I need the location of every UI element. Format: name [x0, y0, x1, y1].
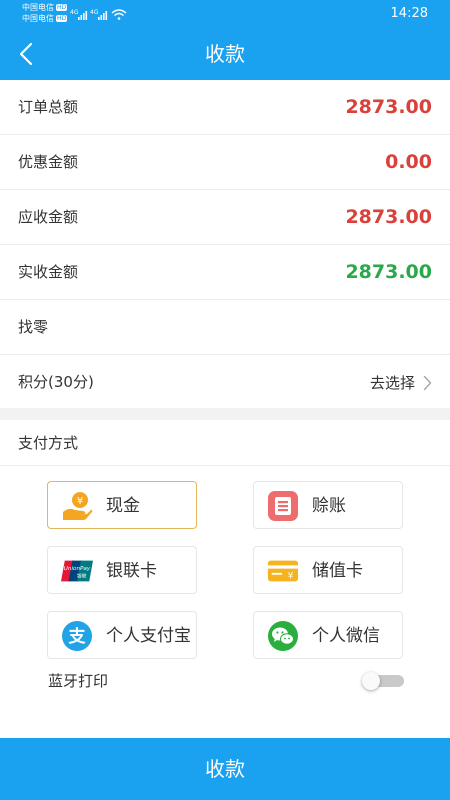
section-divider	[0, 408, 450, 420]
payment-method-title: 支付方式	[18, 434, 79, 452]
order-total-label: 订单总额	[18, 98, 79, 116]
pay-stored-value-button[interactable]: ¥ 储值卡	[253, 546, 403, 594]
pay-credit-button[interactable]: 赊账	[253, 481, 403, 529]
wechat-icon	[267, 620, 299, 652]
status-time: 14:28	[390, 6, 428, 21]
received-row[interactable]: 实收金额 2873.00	[0, 245, 450, 300]
network-type-2: 4G	[90, 9, 99, 16]
pay-wechat-label: 个人微信	[312, 626, 380, 646]
carrier-2-name: 中国电信	[22, 14, 54, 23]
unionpay-brand-text: UnionPay	[64, 566, 91, 572]
payment-method-header: 支付方式	[0, 420, 450, 466]
carrier-2: 中国电信 HD	[22, 14, 68, 24]
change-label: 找零	[18, 318, 49, 336]
points-row[interactable]: 积分(30分) 去选择	[0, 355, 450, 410]
bluetooth-print-label: 蓝牙打印	[48, 672, 109, 690]
nav-bar: 收款	[0, 28, 450, 80]
points-select-text: 去选择	[369, 374, 415, 392]
pay-cash-label: 现金	[106, 496, 140, 516]
received-label: 实收金额	[18, 263, 79, 281]
toggle-knob	[362, 672, 380, 690]
points-label: 积分(30分)	[18, 373, 94, 391]
pay-cash-button[interactable]: ¥ 现金	[47, 481, 197, 529]
pay-wechat-button[interactable]: 个人微信	[253, 611, 403, 659]
order-total-value: 2873.00	[345, 96, 432, 118]
alipay-icon: 支	[61, 620, 93, 652]
network-type: 4G	[70, 9, 79, 16]
receivable-label: 应收金额	[18, 208, 79, 226]
bluetooth-print-toggle[interactable]	[362, 672, 404, 690]
submit-payment-button[interactable]: 收款	[0, 738, 450, 800]
cash-hand-icon: ¥	[61, 490, 93, 522]
carrier-1: 中国电信 HD	[22, 3, 68, 13]
pay-alipay-button[interactable]: 支 个人支付宝	[47, 611, 197, 659]
received-value[interactable]: 2873.00	[345, 245, 432, 300]
carrier-1-name: 中国电信	[22, 3, 54, 12]
points-select-link[interactable]: 去选择	[370, 355, 432, 410]
page-title: 收款	[205, 42, 245, 66]
alipay-glyph: 支	[69, 626, 87, 647]
unionpay-card-icon: UnionPay 银联	[61, 555, 93, 587]
discount-label: 优惠金额	[18, 153, 79, 171]
discount-value: 0.00	[385, 151, 432, 173]
pay-alipay-label: 个人支付宝	[106, 626, 191, 646]
pay-credit-label: 赊账	[312, 496, 346, 516]
receivable-row: 应收金额 2873.00	[0, 190, 450, 245]
cash-coin-symbol: ¥	[77, 496, 83, 507]
hd-badge-2: HD	[56, 15, 68, 22]
hd-badge-1: HD	[56, 4, 68, 11]
stored-value-card-icon: ¥	[267, 555, 299, 587]
change-row: 找零	[0, 300, 450, 355]
chevron-right-icon	[423, 375, 432, 390]
status-bar: 中国电信 HD 中国电信 HD 4G 4G 14:28	[0, 0, 450, 28]
pay-unionpay-button[interactable]: UnionPay 银联 银联卡	[47, 546, 197, 594]
credit-note-icon	[267, 490, 299, 522]
signal-icon: 4G 4G	[70, 9, 127, 20]
pay-stored-value-label: 储值卡	[312, 561, 363, 581]
pay-unionpay-label: 银联卡	[106, 561, 157, 581]
discount-row: 优惠金额 0.00	[0, 135, 450, 190]
stored-value-coin: ¥	[288, 571, 294, 581]
receivable-value: 2873.00	[345, 206, 432, 228]
order-total-row: 订单总额 2873.00	[0, 80, 450, 135]
